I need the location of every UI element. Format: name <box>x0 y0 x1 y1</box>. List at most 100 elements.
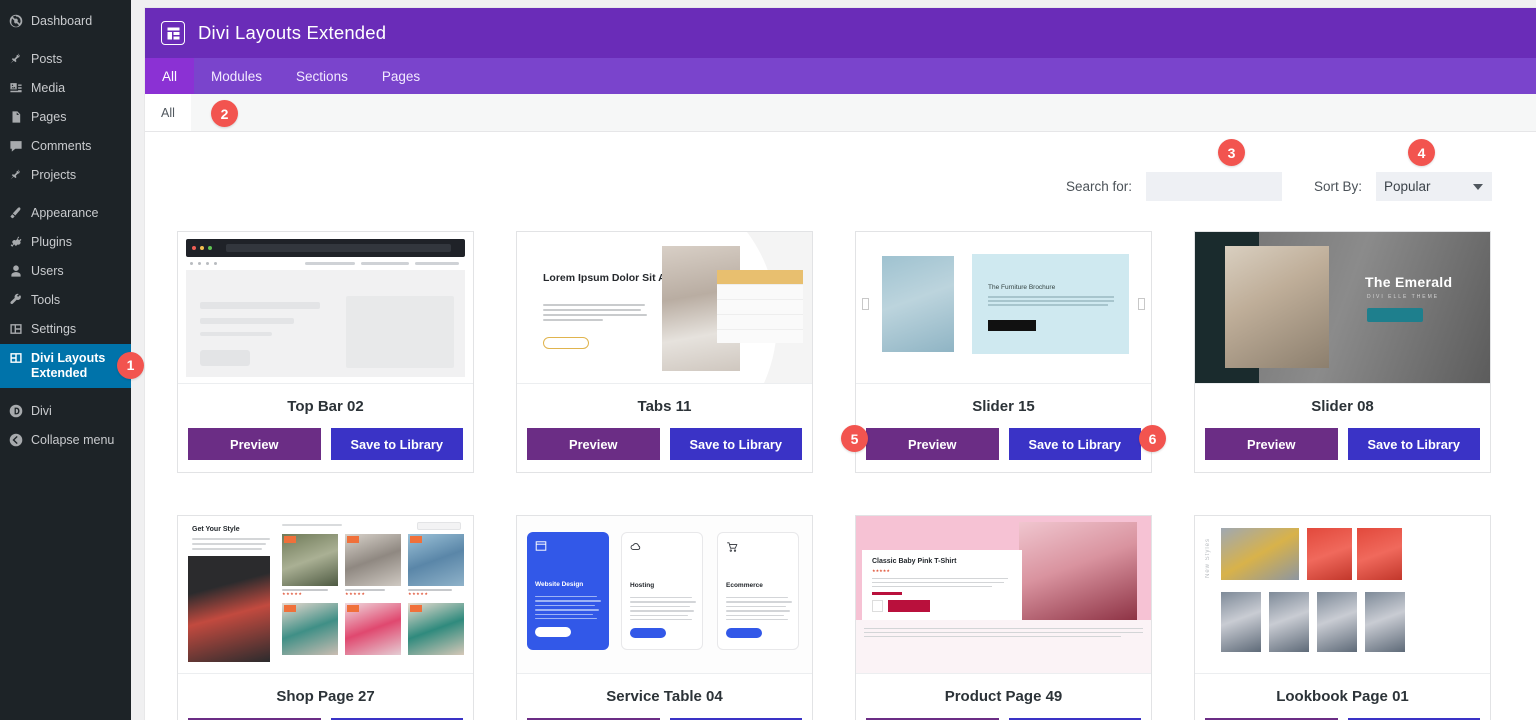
preview-button[interactable]: Preview <box>866 428 999 460</box>
layout-title: Service Table 04 <box>517 674 812 718</box>
dashboard-icon <box>9 14 29 28</box>
sidebar-item-tools[interactable]: Tools <box>0 286 131 315</box>
sidebar-item-projects[interactable]: Projects <box>0 161 131 190</box>
sidebar-item-settings[interactable]: Settings <box>0 315 131 344</box>
layouts-grid: Top Bar 02 Preview Save to Library Lorem… <box>145 201 1536 720</box>
admin-sidebar: Dashboard Posts Media Pages Comment <box>0 0 131 720</box>
art-text-lines <box>988 296 1114 308</box>
sidebar-item-dashboard[interactable]: Dashboard <box>0 7 131 36</box>
collapse-icon <box>9 433 29 447</box>
art-title: Get Your Style <box>192 526 240 533</box>
save-to-library-button[interactable]: Save to Library <box>1009 428 1142 460</box>
art-panel: The Furniture Brochure <box>972 254 1129 354</box>
sidebar-item-label: Divi <box>29 404 52 419</box>
layout-thumbnail: New Styles <box>1195 516 1490 674</box>
browser-chrome-art <box>186 239 465 257</box>
layout-card[interactable]: New Styles Lookbook Page 01 Preview Save… <box>1194 515 1491 720</box>
layout-title: Shop Page 27 <box>178 674 473 718</box>
sidebar-item-label: Dashboard <box>29 14 92 29</box>
art-title: The Furniture Brochure <box>988 284 1055 291</box>
sidebar-item-label: Divi Layouts Extended <box>29 351 131 381</box>
subtab-all[interactable]: All <box>145 94 191 131</box>
sidebar-item-appearance[interactable]: Appearance <box>0 199 131 228</box>
divi-icon <box>9 404 29 418</box>
sidebar-item-divi[interactable]: Divi <box>0 397 131 426</box>
layout-card[interactable]: Lorem Ipsum Dolor Sit Amet <box>516 231 813 473</box>
filter-controls: Search for: Sort By: Popular 3 4 <box>145 132 1536 201</box>
layout-thumbnail: Website Design <box>517 516 812 674</box>
save-to-library-button[interactable]: Save to Library <box>331 428 464 460</box>
save-to-library-button[interactable]: Save to Library <box>1348 428 1481 460</box>
search-input[interactable] <box>1146 172 1282 201</box>
sidebar-item-pages[interactable]: Pages <box>0 103 131 132</box>
sidebar-item-posts[interactable]: Posts <box>0 45 131 74</box>
layout-card[interactable]: Get Your Style ★★★★★ ★★★★★ ★★★★★ <box>177 515 474 720</box>
dle-subtabs: All 2 <box>145 94 1536 132</box>
art-image <box>1221 592 1261 652</box>
pages-icon <box>9 110 29 124</box>
art-image <box>1317 592 1357 652</box>
layout-card[interactable]: Website Design <box>516 515 813 720</box>
layout-thumbnail: Classic Baby Pink T-Shirt ★★★★★ <box>856 516 1151 674</box>
sidebar-item-label: Pages <box>29 110 66 125</box>
annotation-badge-4: 4 <box>1408 139 1435 166</box>
art-title: New Styles <box>1205 538 1211 578</box>
layout-thumbnail: The Emerald DIVI ELLE THEME <box>1195 232 1490 384</box>
layout-thumbnail: The Furniture Brochure <box>856 232 1151 384</box>
art-image <box>1269 592 1309 652</box>
sidebar-divider <box>0 388 131 397</box>
sidebar-item-label: Tools <box>29 293 60 308</box>
layout-title: Slider 08 <box>1195 384 1490 428</box>
art-image <box>1221 528 1299 580</box>
pin-icon <box>9 52 29 66</box>
sidebar-item-collapse-menu[interactable]: Collapse menu <box>0 426 131 455</box>
dle-panel: Divi Layouts Extended All Modules Sectio… <box>145 8 1536 720</box>
art-text-lines <box>543 304 647 324</box>
art-panel: Classic Baby Pink T-Shirt ★★★★★ <box>862 550 1022 620</box>
art-service-column: Website Design <box>527 532 609 650</box>
layout-title: Lookbook Page 01 <box>1195 674 1490 718</box>
plug-icon <box>9 235 29 249</box>
sidebar-item-media[interactable]: Media <box>0 74 131 103</box>
save-to-library-button[interactable]: Save to Library <box>670 428 803 460</box>
layout-thumbnail <box>178 232 473 384</box>
art-service-column: Hosting <box>621 532 703 650</box>
card-actions: Preview Save to Library <box>856 428 1151 472</box>
sidebar-item-label: Projects <box>29 168 76 183</box>
card-actions: Preview Save to Library <box>1195 428 1490 472</box>
tab-pages[interactable]: Pages <box>365 58 437 94</box>
sidebar-item-users[interactable]: Users <box>0 257 131 286</box>
sidebar-item-divi-layouts-extended[interactable]: Divi Layouts Extended 1 <box>0 344 131 388</box>
sidebar-divider <box>0 190 131 199</box>
art-subtitle: DIVI ELLE THEME <box>1367 294 1439 300</box>
card-actions: Preview Save to Library <box>178 428 473 472</box>
art-image <box>1365 592 1405 652</box>
tab-modules[interactable]: Modules <box>194 58 279 94</box>
sidebar-item-comments[interactable]: Comments <box>0 132 131 161</box>
sidebar-item-label: Plugins <box>29 235 72 250</box>
layout-title: Product Page 49 <box>856 674 1151 718</box>
art-column-title: Hosting <box>630 582 694 589</box>
users-icon <box>9 264 29 278</box>
preview-button[interactable]: Preview <box>527 428 660 460</box>
art-image <box>1019 522 1137 620</box>
art-image <box>188 556 270 662</box>
layout-card[interactable]: Top Bar 02 Preview Save to Library <box>177 231 474 473</box>
sort-select[interactable]: Popular <box>1376 172 1492 201</box>
preview-button[interactable]: Preview <box>1205 428 1338 460</box>
sidebar-item-label: Media <box>29 81 65 96</box>
layout-thumbnail: Lorem Ipsum Dolor Sit Amet <box>517 232 812 384</box>
annotation-badge-6: 6 <box>1139 425 1166 452</box>
layout-card[interactable]: The Emerald DIVI ELLE THEME Slider 08 Pr… <box>1194 231 1491 473</box>
annotation-badge-5: 5 <box>841 425 868 452</box>
layout-card[interactable]: The Furniture Brochure Slider 15 Preview <box>855 231 1152 473</box>
preview-button[interactable]: Preview <box>188 428 321 460</box>
sidebar-item-plugins[interactable]: Plugins <box>0 228 131 257</box>
art-service-column: Ecommerce <box>717 532 799 650</box>
art-image <box>1225 246 1329 368</box>
tab-all[interactable]: All <box>145 58 194 94</box>
layout-card[interactable]: Classic Baby Pink T-Shirt ★★★★★ <box>855 515 1152 720</box>
layouts-icon <box>9 351 29 365</box>
tab-sections[interactable]: Sections <box>279 58 365 94</box>
sidebar-divider <box>0 36 131 45</box>
